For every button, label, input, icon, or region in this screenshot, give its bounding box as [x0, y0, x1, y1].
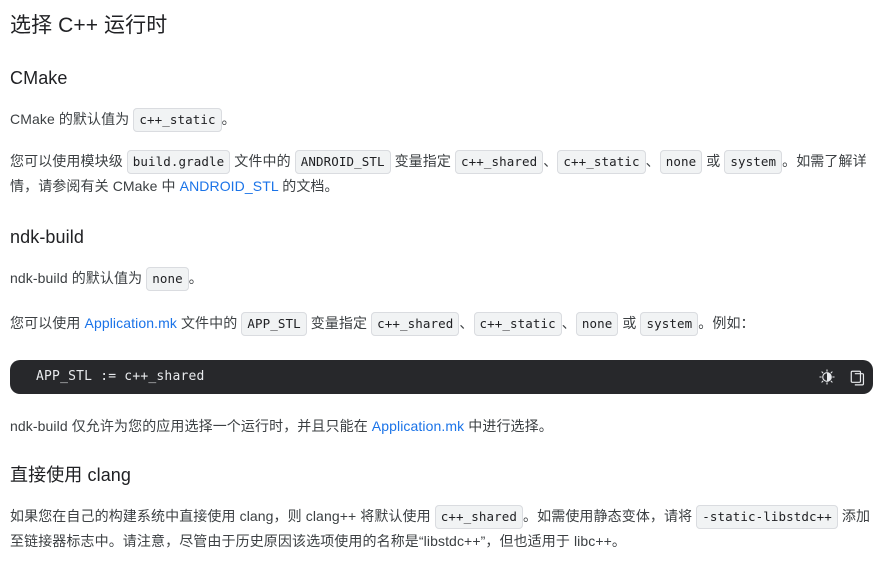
- code-chip-cxx-shared: c++_shared: [434, 505, 524, 529]
- code-block-actions: [817, 360, 867, 394]
- section-heading-ndk-build: ndk-build: [10, 227, 84, 247]
- code-chip-none: none: [146, 267, 189, 291]
- text-separator: 、: [543, 153, 558, 169]
- text-fragment: 变量指定: [306, 315, 372, 331]
- code-chip-cxx-static: c++_static: [133, 108, 222, 132]
- text-separator: 、: [645, 153, 660, 169]
- code-chip-system: system: [724, 150, 783, 174]
- text-fragment: 。: [221, 111, 236, 127]
- code-chip-static-libstdcxx: -static-libstdc++: [696, 505, 838, 529]
- section-heading-clang: 直接使用 clang: [10, 465, 132, 485]
- text-fragment: 的文档。: [278, 178, 339, 194]
- copy-icon[interactable]: [847, 367, 867, 387]
- text-fragment: 您可以使用模块级: [10, 153, 127, 169]
- code-chip-none: none: [575, 312, 619, 336]
- clang-paragraph: 如果您在自己的构建系统中直接使用 clang，则 clang++ 将默认使用 c…: [10, 487, 873, 554]
- code-chip-cxx-static: c++_static: [473, 312, 562, 336]
- code-block: APP_STL := c++_shared: [10, 360, 873, 394]
- ndk-build-default-paragraph: ndk-build 的默认值为 none。: [10, 249, 873, 291]
- code-chip-build-gradle: build.gradle: [126, 150, 231, 174]
- code-chip-cxx-static: c++_static: [557, 150, 646, 174]
- code-chip-none: none: [659, 150, 703, 174]
- code-chip-system: system: [640, 312, 699, 336]
- code-block-content: APP_STL := c++_shared: [36, 369, 205, 384]
- text-fragment: 。例如：: [698, 315, 755, 331]
- link-application-mk[interactable]: Application.mk: [372, 418, 464, 434]
- code-chip-cxx-shared: c++_shared: [371, 312, 460, 336]
- ndk-build-note-paragraph: ndk-build 仅允许为您的应用选择一个运行时，并且只能在 Applicat…: [10, 394, 873, 439]
- doc-page: 选择 C++ 运行时 CMake CMake 的默认值为 c++_static。…: [0, 0, 883, 554]
- text-fragment: 文件中的: [176, 315, 242, 331]
- cmake-default-paragraph: CMake 的默认值为 c++_static。: [10, 90, 873, 132]
- text-fragment: 您可以使用: [10, 315, 85, 331]
- ndk-build-usage-paragraph: 您可以使用 Application.mk 文件中的 APP_STL 变量指定 c…: [10, 291, 873, 336]
- text-fragment: ndk-build 仅允许为您的应用选择一个运行时，并且只能在: [10, 418, 372, 434]
- text-fragment: CMake 的默认值为: [10, 111, 134, 127]
- text-fragment: 。如需使用静态变体，请将: [523, 508, 697, 524]
- cmake-usage-paragraph: 您可以使用模块级 build.gradle 文件中的 ANDROID_STL 变…: [10, 132, 873, 199]
- text-fragment: ndk-build 的默认值为: [10, 270, 147, 286]
- text-fragment: 变量指定: [390, 153, 455, 169]
- text-separator: 、: [459, 315, 474, 331]
- text-fragment: 中进行选择。: [464, 418, 553, 434]
- code-chip-app-stl: APP_STL: [241, 312, 307, 336]
- link-application-mk[interactable]: Application.mk: [85, 315, 177, 331]
- code-chip-cxx-shared: c++_shared: [454, 150, 544, 174]
- contrast-icon[interactable]: [817, 367, 837, 387]
- text-fragment: 或: [702, 153, 725, 169]
- link-android-stl-doc[interactable]: ANDROID_STL: [180, 178, 279, 194]
- text-fragment: 文件中的: [230, 153, 295, 169]
- text-fragment: 。: [188, 270, 203, 286]
- code-chip-android-stl: ANDROID_STL: [294, 150, 391, 174]
- text-separator: 、: [561, 315, 576, 331]
- text-fragment: 如果您在自己的构建系统中直接使用 clang，则 clang++ 将默认使用: [10, 508, 435, 524]
- text-fragment: 或: [618, 315, 641, 331]
- page-title: 选择 C++ 运行时: [10, 14, 168, 37]
- section-heading-cmake: CMake: [10, 68, 68, 88]
